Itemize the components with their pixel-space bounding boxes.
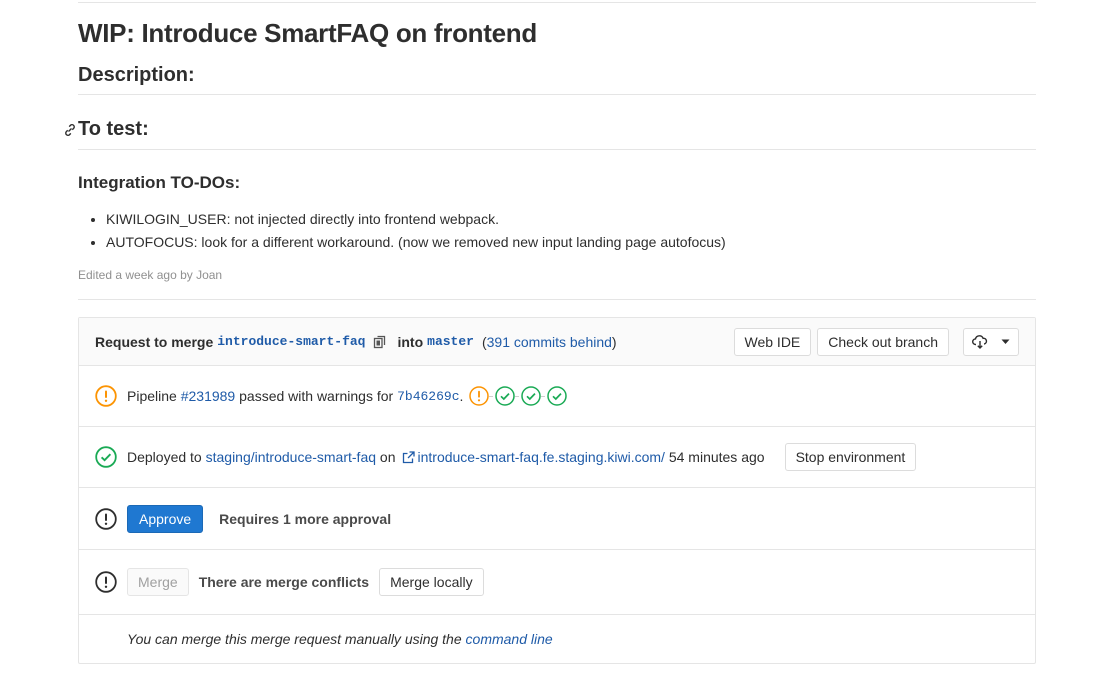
source-branch[interactable]: introduce-smart-faq [217,334,365,349]
divider [78,94,1036,95]
deploy-prefix: Deployed to [127,449,202,465]
target-branch[interactable]: master [427,334,474,349]
stage-success-icon[interactable] [495,386,516,406]
stop-environment-button[interactable]: Stop environment [784,443,917,471]
environment-url-link[interactable]: introduce-smart-faq.fe.staging.kiwi.com/ [418,449,665,465]
manual-merge-text: You can merge this merge request manuall… [127,631,462,647]
todo-list: KIWILOGIN_USER: not injected directly in… [78,208,726,254]
stage-connector [489,395,494,397]
page-title: WIP: Introduce SmartFAQ on frontend [78,18,537,48]
pipeline-status-text: passed with warnings for [239,388,394,404]
commit-sha-link[interactable]: 7b46269c [397,389,459,404]
stage-success-icon[interactable] [521,386,542,406]
todo-heading: Integration TO-DOs: [78,173,241,192]
header-actions: Web IDE Check out branch [728,328,1019,356]
stage-success-icon[interactable] [547,386,568,406]
merge-request-widget: Request to merge introduce-smart-faq int… [78,317,1036,664]
download-cloud-icon [972,335,988,349]
top-divider [78,2,1036,3]
description-heading: Description: [78,64,195,86]
pipeline-suffix: . [459,388,464,404]
info-status-icon [95,507,117,530]
merge-conflicts-text: There are merge conflicts [198,574,370,590]
command-line-link[interactable]: command line [466,631,553,647]
approval-requirement: Requires 1 more approval [219,510,392,527]
download-dropdown-button[interactable] [963,328,1019,356]
stage-warning-icon[interactable] [469,386,490,406]
approve-button[interactable]: Approve [127,504,204,533]
list-item: AUTOFOCUS: look for a different workarou… [106,231,726,254]
success-status-icon [95,446,117,468]
deploy-on: on [379,449,396,465]
deploy-time: 54 minutes ago [668,449,765,465]
merge-request-page: WIP: Introduce SmartFAQ on frontend Desc… [65,0,1036,664]
to-test-label: To test: [78,118,149,140]
mr-widget-header: Request to merge introduce-smart-faq int… [79,318,1035,366]
merge-locally-button[interactable]: Merge locally [379,568,484,596]
external-link-icon[interactable] [402,450,415,464]
commits-behind: (391 commits behind) [482,334,617,350]
environment-link[interactable]: staging/introduce-smart-faq [206,449,376,465]
commits-behind-link[interactable]: 391 commits behind [487,334,612,350]
pipeline-stages [467,386,568,406]
caret-down-icon [1001,339,1010,344]
pipeline-row: Pipeline #231989 passed with warnings fo… [79,366,1035,427]
pipeline-prefix: Pipeline [127,388,177,404]
deployment-row: Deployed to staging/introduce-smart-faq … [79,427,1035,488]
request-label: Request to merge [95,333,214,350]
info-status-icon [95,571,117,593]
to-test-heading: To test: [62,118,149,141]
into-label: into [397,333,424,350]
pipeline-id-link[interactable]: #231989 [181,388,236,404]
stage-connector [515,395,520,397]
web-ide-button[interactable]: Web IDE [733,328,812,356]
merge-row: Merge There are merge conflicts Merge lo… [79,550,1035,615]
merge-button[interactable]: Merge [127,568,189,596]
copy-icon[interactable] [373,335,387,349]
anchor-link-icon[interactable] [62,122,78,138]
divider [78,299,1036,300]
edited-note: Edited a week ago by Joan [78,268,223,282]
manual-merge-row: You can merge this merge request manuall… [79,615,1035,663]
check-out-branch-button[interactable]: Check out branch [817,328,949,356]
list-item: KIWILOGIN_USER: not injected directly in… [106,208,726,231]
stage-connector [541,395,546,397]
paren-close: ) [611,333,617,350]
approval-row: Approve Requires 1 more approval [79,488,1035,550]
divider [78,149,1036,150]
warning-status-icon[interactable] [95,385,117,407]
